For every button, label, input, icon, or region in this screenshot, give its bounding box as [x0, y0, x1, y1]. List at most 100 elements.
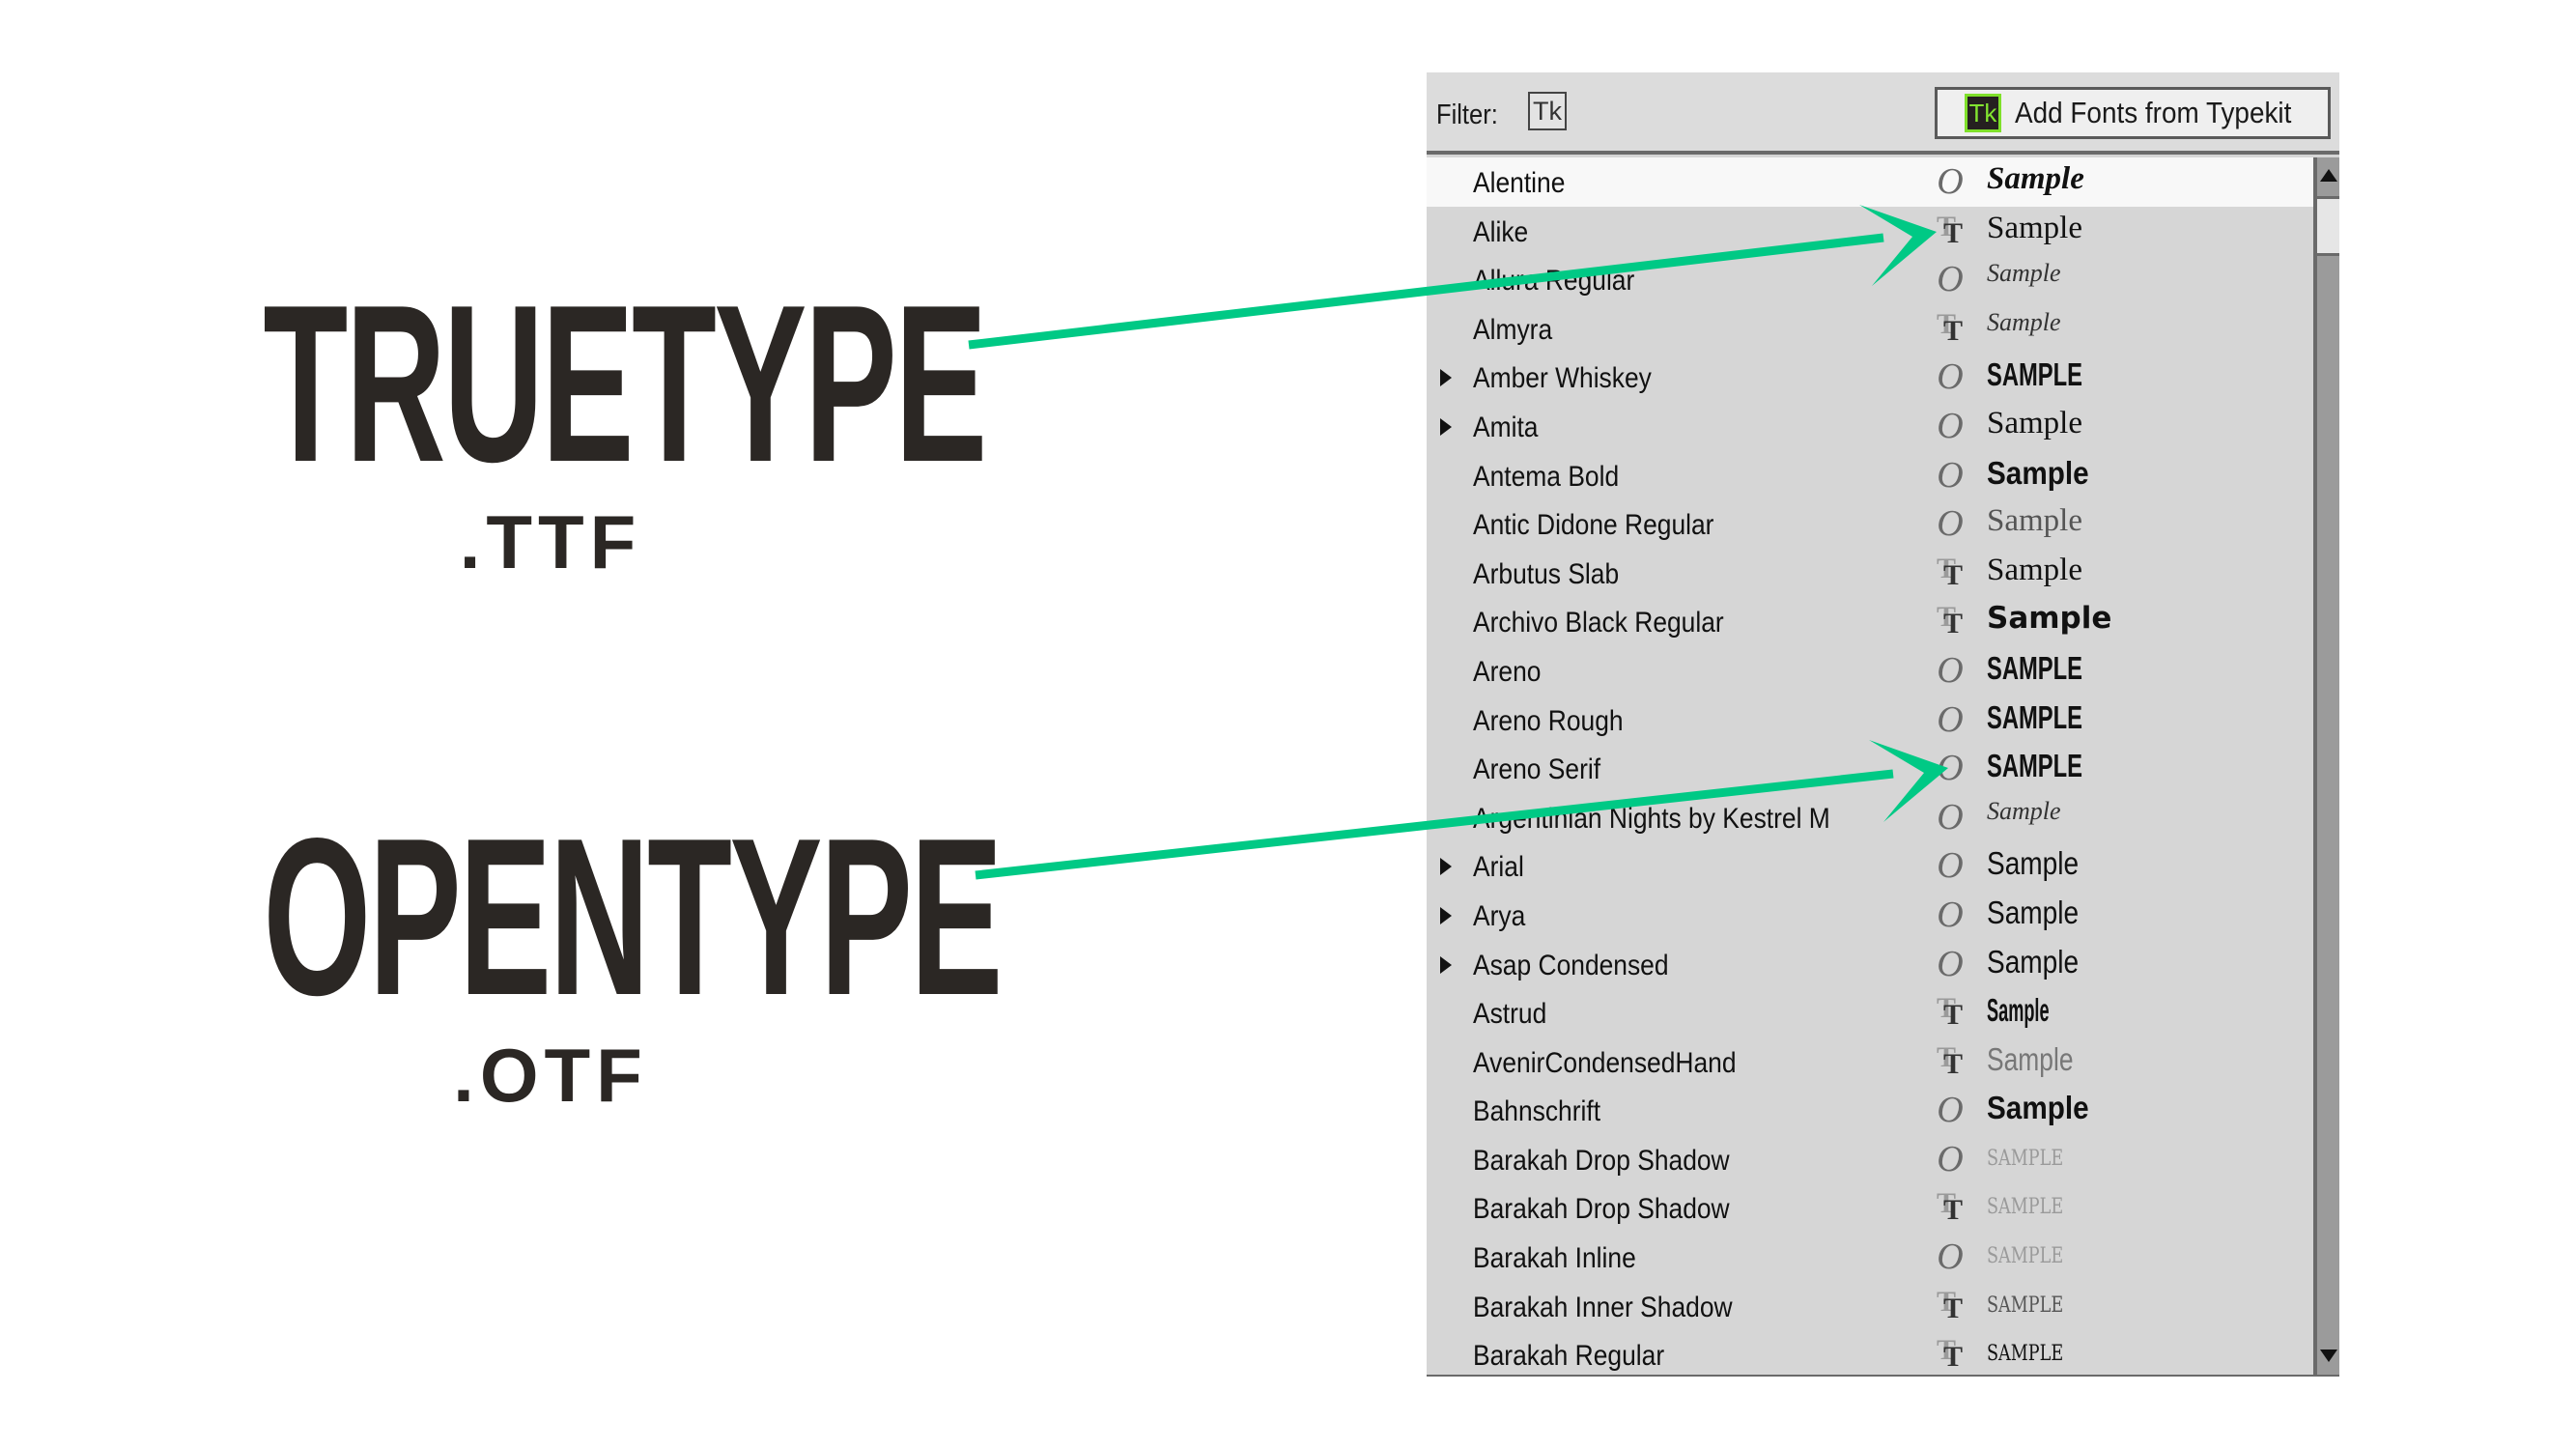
font-sample-preview: SAMPLE: [1987, 1293, 2064, 1318]
font-sample-preview: Sample: [1987, 405, 2082, 440]
opentype-icon: O: [1937, 1138, 1964, 1179]
font-sample-preview: Sample: [1987, 992, 2050, 1029]
expand-triangle-icon[interactable]: [1440, 906, 1452, 924]
font-name: Antema Bold: [1473, 460, 1620, 493]
font-list[interactable]: Alentine O Sample Alike T T Sample Allura Regul…: [1427, 157, 2313, 1375]
truetype-icon: TT: [1937, 601, 1964, 640]
font-sample-preview: SAMPLE: [1987, 356, 2083, 393]
font-list-item[interactable]: Astrud T T Sample: [1427, 988, 2313, 1037]
font-list-item[interactable]: AvenirCondensedHand T T Sample: [1427, 1037, 2313, 1087]
font-name: Areno Serif: [1473, 753, 1601, 786]
font-list-item[interactable]: Barakah Inline O SAMPLE: [1427, 1233, 2313, 1282]
font-list-item[interactable]: Barakah Drop Shadow O SAMPLE: [1427, 1135, 2313, 1184]
opentype-icon: O: [1937, 649, 1964, 691]
truetype-icon: TT: [1937, 210, 1964, 249]
font-sample-preview: SAMPLE: [1987, 1244, 2064, 1269]
font-name: Allura Regular: [1473, 265, 1635, 298]
expand-triangle-icon[interactable]: [1440, 417, 1452, 436]
font-list-item[interactable]: Asap Condensed O Sample: [1427, 940, 2313, 989]
font-name: Arbutus Slab: [1473, 557, 1620, 590]
opentype-icon: O: [1937, 845, 1964, 887]
opentype-icon: O: [1937, 943, 1964, 984]
font-name: Bahnschrift: [1473, 1095, 1601, 1128]
font-sample-preview: SAMPLE: [1987, 1146, 2064, 1171]
opentype-label: OPENTYPE .OTF: [87, 792, 1014, 1114]
font-list-item[interactable]: Areno O SAMPLE: [1427, 646, 2313, 696]
font-name: Areno Rough: [1473, 704, 1624, 737]
font-list-item[interactable]: Barakah Regular T T SAMPLE: [1427, 1330, 2313, 1375]
font-list-item[interactable]: Argentinian Nights by Kestrel M O Sample: [1427, 793, 2313, 842]
font-name: Amita: [1473, 411, 1539, 443]
truetype-icon: TT: [1937, 992, 1964, 1032]
truetype-icon: TT: [1937, 307, 1964, 347]
font-list-item[interactable]: Arya O Sample: [1427, 891, 2313, 940]
opentype-icon: O: [1937, 1090, 1964, 1131]
font-list-item[interactable]: Archivo Black Regular T T Sample: [1427, 597, 2313, 646]
font-name: Arial: [1473, 851, 1524, 884]
truetype-title: TRUETYPE: [263, 259, 987, 509]
font-list-item[interactable]: Alentine O Sample: [1427, 157, 2313, 207]
filter-label: Filter:: [1436, 99, 1498, 130]
font-name: Almyra: [1473, 313, 1553, 346]
font-sample-preview: SAMPLE: [1987, 698, 2083, 735]
font-list-item[interactable]: Antema Bold O Sample: [1427, 451, 2313, 500]
opentype-icon: O: [1937, 454, 1964, 496]
font-list-item[interactable]: Antic Didone Regular O Sample: [1427, 499, 2313, 549]
typekit-filter-toggle[interactable]: Tk: [1528, 92, 1567, 130]
font-name: Barakah Inline: [1473, 1242, 1636, 1275]
truetype-extension: .TTF: [459, 499, 642, 584]
font-sample-preview: SAMPLE: [1987, 1195, 2064, 1220]
truetype-icon: TT: [1937, 1334, 1964, 1374]
font-sample-preview: Sample: [1987, 259, 2061, 288]
font-list-item[interactable]: Barakah Inner Shadow T T SAMPLE: [1427, 1282, 2313, 1331]
expand-triangle-icon[interactable]: [1440, 369, 1452, 387]
font-list-item[interactable]: Allura Regular O Sample: [1427, 255, 2313, 304]
font-list-item[interactable]: Areno Rough O SAMPLE: [1427, 696, 2313, 745]
font-sample-preview: Sample: [1987, 161, 2084, 196]
font-list-item[interactable]: Arial O Sample: [1427, 841, 2313, 891]
scroll-thumb[interactable]: [2317, 196, 2339, 256]
opentype-icon: O: [1937, 894, 1964, 935]
font-name: Barakah Regular: [1473, 1340, 1665, 1373]
font-sample-preview: Sample: [1987, 503, 2082, 539]
opentype-title: OPENTYPE: [263, 792, 1003, 1042]
typekit-logo-icon: Tk: [1965, 94, 2001, 132]
font-list-item[interactable]: Amita O Sample: [1427, 402, 2313, 451]
font-list-item[interactable]: Almyra T T Sample: [1427, 304, 2313, 354]
truetype-icon: TT: [1937, 552, 1964, 591]
font-list-item[interactable]: Arbutus Slab T T Sample: [1427, 549, 2313, 598]
font-sample-preview: Sample: [1987, 552, 2082, 587]
font-name: AvenirCondensedHand: [1473, 1046, 1737, 1079]
opentype-icon: O: [1937, 259, 1964, 300]
font-name: Alike: [1473, 215, 1529, 248]
opentype-icon: O: [1937, 1236, 1964, 1278]
font-sample-preview: Sample: [1987, 796, 2061, 825]
font-name: Barakah Inner Shadow: [1473, 1291, 1733, 1323]
font-sample-preview: Sample: [1987, 1040, 2074, 1077]
font-sample-preview: Sample: [1987, 845, 2080, 882]
expand-triangle-icon[interactable]: [1440, 955, 1452, 974]
font-name: Areno: [1473, 655, 1542, 688]
add-fonts-from-typekit-button[interactable]: Tk Add Fonts from Typekit: [1935, 87, 2331, 139]
font-sample-preview: SAMPLE: [1987, 748, 2083, 784]
expand-triangle-icon[interactable]: [1440, 858, 1452, 876]
font-list-item[interactable]: Barakah Drop Shadow T T SAMPLE: [1427, 1183, 2313, 1233]
typekit-button-label: Add Fonts from Typekit: [2015, 96, 2292, 129]
font-list-item[interactable]: Alike T T Sample: [1427, 207, 2313, 256]
font-list-item[interactable]: Amber Whiskey O SAMPLE: [1427, 353, 2313, 402]
truetype-icon: TT: [1937, 1187, 1964, 1227]
scroll-up-arrow-icon[interactable]: [2317, 157, 2339, 196]
font-name: Barakah Drop Shadow: [1473, 1193, 1730, 1226]
font-name: Antic Didone Regular: [1473, 509, 1714, 542]
font-list-scrollbar[interactable]: [2313, 157, 2339, 1375]
opentype-icon: O: [1937, 796, 1964, 838]
scroll-down-arrow-icon[interactable]: [2317, 1336, 2339, 1375]
font-sample-preview: Sample: [1987, 1090, 2089, 1126]
font-name: Alentine: [1473, 167, 1566, 199]
truetype-icon: TT: [1937, 1285, 1964, 1324]
font-sample-preview: Sample: [1987, 943, 2080, 980]
font-list-item[interactable]: Areno Serif O SAMPLE: [1427, 744, 2313, 793]
font-list-item[interactable]: Bahnschrift O Sample: [1427, 1086, 2313, 1135]
truetype-icon: TT: [1937, 1040, 1964, 1080]
font-sample-preview: Sample: [1987, 307, 2061, 336]
